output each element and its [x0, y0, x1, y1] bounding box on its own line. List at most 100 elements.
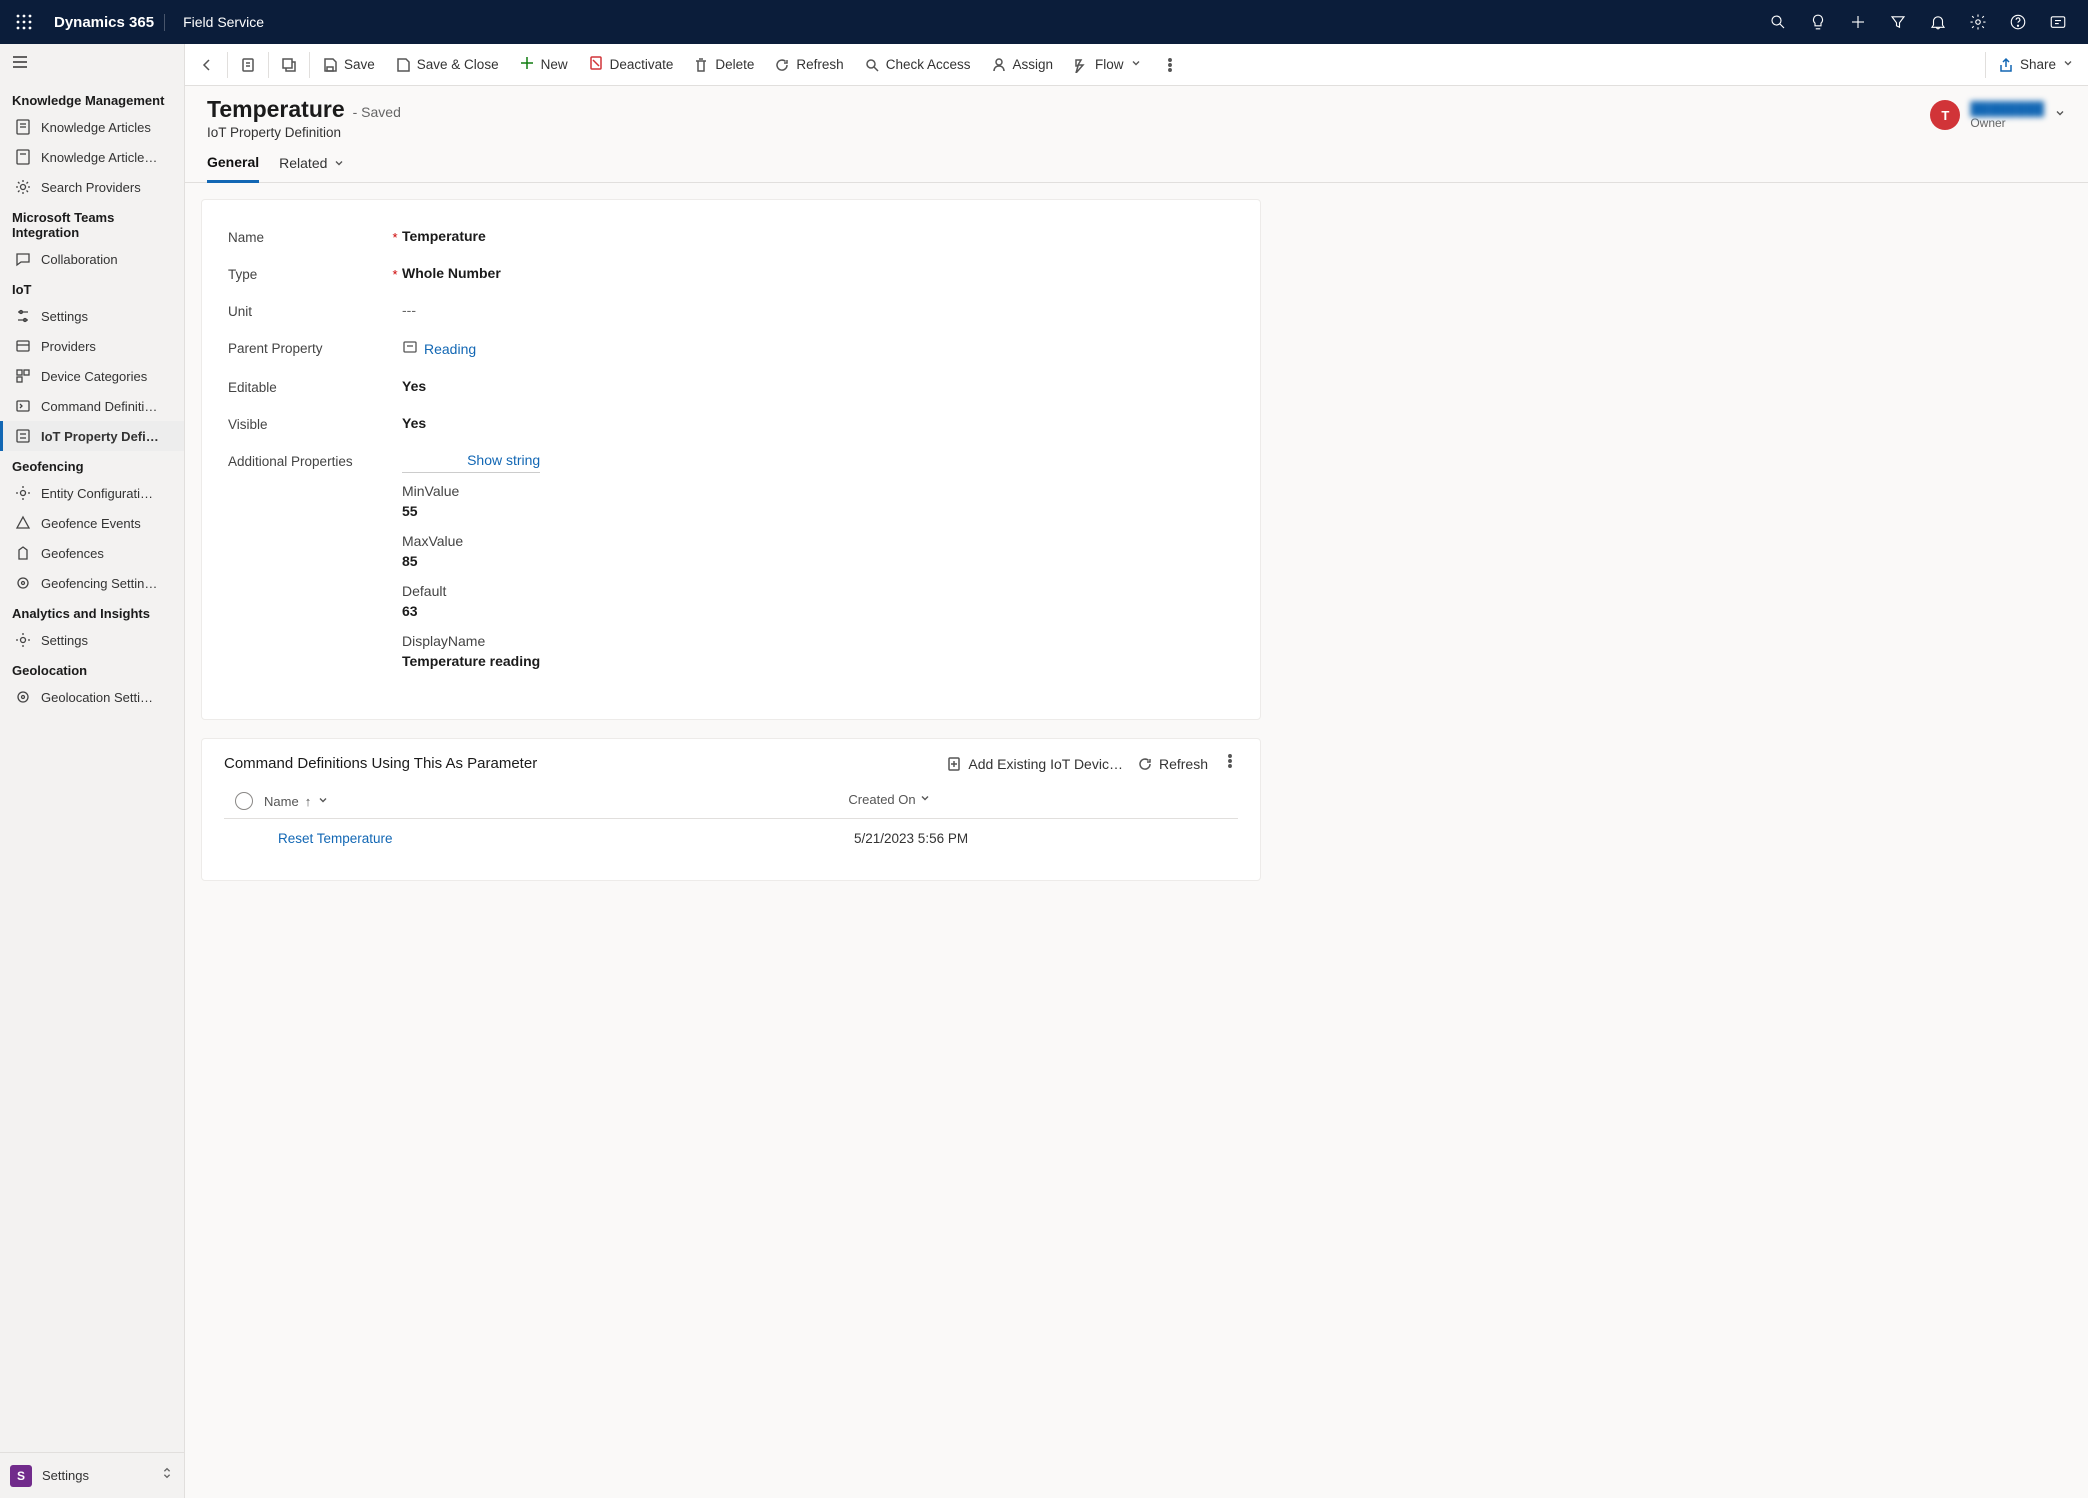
cmd-label: Flow: [1095, 57, 1124, 72]
kv-value: 55: [402, 503, 540, 519]
field-unit[interactable]: Unit ---: [228, 292, 1234, 329]
updown-icon: [160, 1466, 174, 1485]
record-status: - Saved: [353, 104, 401, 120]
filter-icon[interactable]: [1878, 2, 1918, 42]
field-label: Editable: [228, 378, 388, 395]
save-button[interactable]: Save: [312, 51, 385, 79]
sidebar: Knowledge Management Knowledge Articles …: [0, 44, 185, 1498]
sidebar-item-geofence-events[interactable]: Geofence Events: [0, 508, 184, 538]
help-icon[interactable]: [1998, 2, 2038, 42]
assistant-icon[interactable]: [2038, 2, 2078, 42]
page-title: Temperature- Saved: [207, 96, 1930, 123]
assign-button[interactable]: Assign: [981, 51, 1064, 79]
search-icon[interactable]: [1758, 2, 1798, 42]
sidebar-item-knowledge-article-templates[interactable]: Knowledge Article…: [0, 142, 184, 172]
notes-button[interactable]: [230, 51, 266, 79]
chevron-down-icon: [2062, 57, 2074, 72]
sidebar-item-geofences[interactable]: Geofences: [0, 538, 184, 568]
kv-label: MaxValue: [402, 533, 540, 549]
open-palette-button[interactable]: [271, 51, 307, 79]
area-tile: S: [10, 1465, 32, 1487]
owner-role: Owner: [1970, 116, 2044, 130]
field-visible[interactable]: Visible Yes: [228, 405, 1234, 442]
sidebar-item-iot-settings[interactable]: Settings: [0, 301, 184, 331]
chevron-down-icon: [317, 794, 329, 809]
new-button[interactable]: New: [509, 49, 578, 80]
app-shell: Knowledge Management Knowledge Articles …: [0, 44, 2088, 1498]
bell-icon[interactable]: [1918, 2, 1958, 42]
field-name[interactable]: Name * Temperature: [228, 218, 1234, 255]
sidebar-item-search-providers[interactable]: Search Providers: [0, 172, 184, 202]
field-editable[interactable]: Editable Yes: [228, 368, 1234, 405]
kv-value: 85: [402, 553, 540, 569]
nav-label: Device Categories: [41, 369, 147, 384]
subgrid-refresh-button[interactable]: Refresh: [1137, 756, 1208, 772]
lookup-icon: [402, 339, 418, 358]
property-icon: [15, 428, 31, 444]
module-label[interactable]: Field Service: [165, 14, 282, 30]
gear-icon[interactable]: [1958, 2, 1998, 42]
required-icon: *: [388, 265, 402, 282]
addtl-default[interactable]: Default 63: [402, 583, 540, 619]
tab-general[interactable]: General: [207, 146, 259, 183]
sidebar-item-knowledge-articles[interactable]: Knowledge Articles: [0, 112, 184, 142]
refresh-button[interactable]: Refresh: [764, 51, 853, 79]
sort-asc-icon: ↑: [305, 794, 312, 809]
share-button[interactable]: Share: [1988, 51, 2084, 79]
field-value: Yes: [402, 378, 426, 394]
sidebar-item-iot-property-definitions[interactable]: IoT Property Defi…: [0, 421, 184, 451]
col-label: Name: [264, 794, 299, 809]
area-switcher[interactable]: S Settings: [0, 1452, 184, 1498]
subgrid-overflow-button[interactable]: [1222, 753, 1238, 774]
select-all[interactable]: [224, 792, 264, 810]
delete-button[interactable]: Delete: [683, 51, 764, 79]
subgrid: Name ↑ Created On Reset Temperature 5/21/…: [224, 784, 1238, 858]
lookup-value[interactable]: Reading: [402, 339, 476, 358]
show-string-link[interactable]: Show string: [467, 452, 540, 468]
chevron-down-icon: [1130, 57, 1142, 72]
add-existing-button[interactable]: Add Existing IoT Devic…: [946, 756, 1123, 772]
form-tabs: General Related: [185, 140, 2088, 183]
lightbulb-icon[interactable]: [1798, 2, 1838, 42]
tab-related[interactable]: Related: [279, 146, 345, 182]
table-row[interactable]: Reset Temperature 5/21/2023 5:56 PM: [224, 819, 1238, 858]
sidebar-item-geofencing-settings[interactable]: Geofencing Settin…: [0, 568, 184, 598]
nav-label: Collaboration: [41, 252, 118, 267]
sidebar-item-analytics-settings[interactable]: Settings: [0, 625, 184, 655]
add-icon[interactable]: [1838, 2, 1878, 42]
app-launcher-icon[interactable]: [10, 8, 38, 36]
sidebar-item-device-categories[interactable]: Device Categories: [0, 361, 184, 391]
check-access-button[interactable]: Check Access: [854, 51, 981, 79]
cmd-label: Deactivate: [610, 57, 674, 72]
sidebar-item-providers[interactable]: Providers: [0, 331, 184, 361]
back-button[interactable]: [189, 51, 225, 79]
sidebar-item-geolocation-settings[interactable]: Geolocation Setti…: [0, 682, 184, 712]
overflow-button[interactable]: [1152, 51, 1188, 79]
field-value: Whole Number: [402, 265, 501, 281]
form-scroll[interactable]: Name * Temperature Type * Whole Number U…: [185, 183, 2088, 1498]
sidebar-toggle-icon[interactable]: [0, 44, 184, 85]
brand-label[interactable]: Dynamics 365: [44, 14, 165, 31]
column-header-created[interactable]: Created On: [848, 792, 1238, 810]
sidebar-item-command-definitions[interactable]: Command Definiti…: [0, 391, 184, 421]
act-label: Refresh: [1159, 756, 1208, 772]
addtl-minvalue[interactable]: MinValue 55: [402, 483, 540, 519]
row-name-link[interactable]: Reset Temperature: [264, 831, 854, 846]
sidebar-item-collaboration[interactable]: Collaboration: [0, 244, 184, 274]
column-header-name[interactable]: Name ↑: [264, 792, 848, 810]
tab-label: Related: [279, 155, 327, 171]
sidebar-group-geofencing: Geofencing: [0, 451, 184, 478]
save-close-button[interactable]: Save & Close: [385, 51, 509, 79]
field-parent-property[interactable]: Parent Property Reading: [228, 329, 1234, 368]
lookup-text: Reading: [424, 341, 476, 357]
deactivate-button[interactable]: Deactivate: [578, 49, 684, 80]
field-type[interactable]: Type * Whole Number: [228, 255, 1234, 292]
sidebar-item-entity-configuration[interactable]: Entity Configurati…: [0, 478, 184, 508]
gear-icon: [15, 485, 31, 501]
addtl-displayname[interactable]: DisplayName Temperature reading: [402, 633, 540, 669]
addtl-maxvalue[interactable]: MaxValue 85: [402, 533, 540, 569]
chevron-down-icon: [2054, 106, 2066, 124]
sidebar-group-analytics: Analytics and Insights: [0, 598, 184, 625]
owner-block[interactable]: T ████████ Owner: [1930, 96, 2066, 130]
flow-button[interactable]: Flow: [1063, 51, 1152, 79]
